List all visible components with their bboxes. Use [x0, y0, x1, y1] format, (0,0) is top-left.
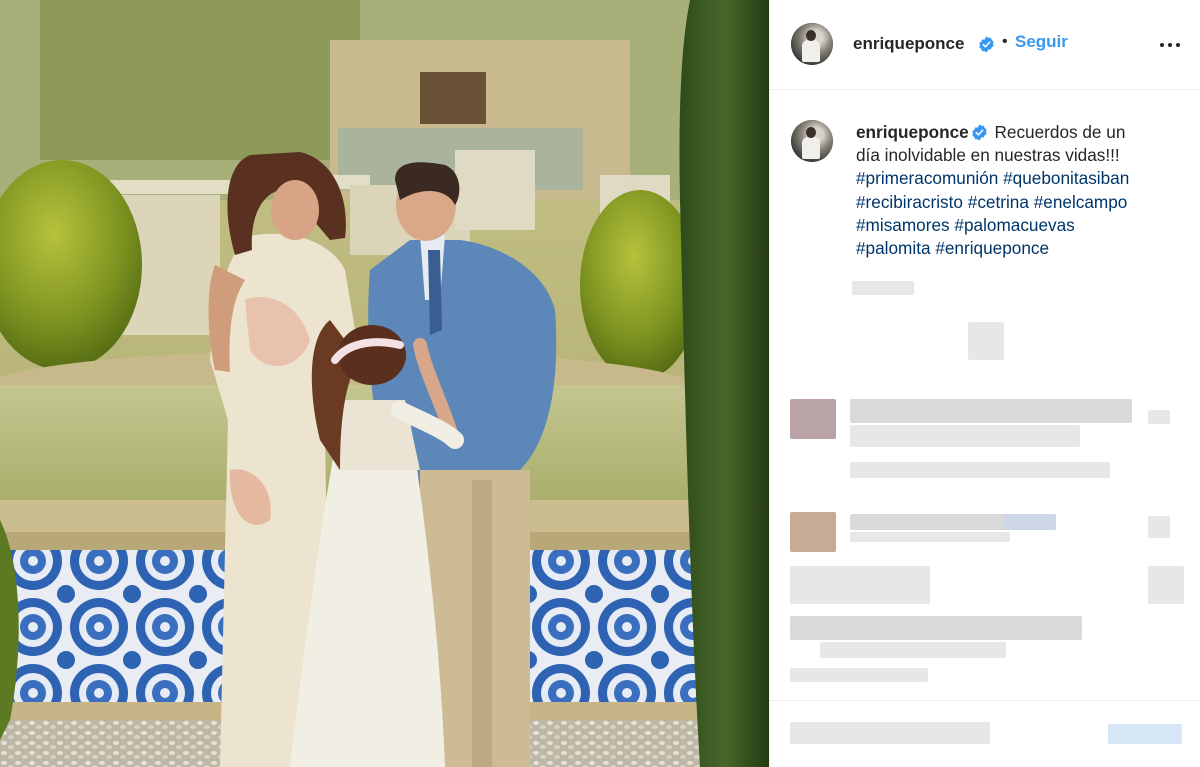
separator-dot: •	[1002, 33, 1008, 50]
photo-image	[0, 0, 769, 767]
comment-like-icon-pixelated[interactable]	[1148, 516, 1170, 538]
more-options-icon[interactable]	[1159, 36, 1181, 54]
comment-avatar-pixelated[interactable]	[790, 566, 930, 604]
comment-text-pixelated	[850, 399, 1132, 423]
caption-text-line1: Recuerdos de un	[994, 122, 1126, 142]
hashtag-link[interactable]: #quebonitasiban	[1003, 168, 1129, 188]
hashtag-link[interactable]: #misamores	[856, 215, 950, 235]
post-sidebar: enriqueponce • Seguir enriqueponce Recue…	[769, 0, 1200, 767]
hashtag-link[interactable]: #enelcampo	[1034, 192, 1128, 212]
hashtag-link[interactable]: #palomacuevas	[954, 215, 1074, 235]
caption-avatar[interactable]	[791, 120, 833, 162]
divider	[770, 700, 1200, 701]
post-username[interactable]: enriqueponce	[853, 34, 964, 54]
comment-meta-pixelated	[850, 532, 1010, 542]
verified-badge-icon	[979, 36, 994, 53]
comment-emoji-pixelated	[1004, 514, 1056, 530]
comment-meta-pixelated	[850, 462, 1110, 478]
hashtag-link[interactable]: #recibiracristo	[856, 192, 963, 212]
comment-like-icon-pixelated[interactable]	[1148, 566, 1184, 604]
load-more-icon-pixelated[interactable]	[968, 322, 1004, 360]
post-button-pixelated[interactable]	[1108, 724, 1182, 744]
caption-timestamp-pixelated	[852, 281, 914, 295]
post-photo[interactable]	[0, 0, 769, 767]
caption-text-line2: día inolvidable en nuestras vidas!!!	[856, 145, 1120, 166]
comment-like-icon-pixelated[interactable]	[1148, 410, 1170, 424]
follow-button[interactable]: Seguir	[1015, 32, 1068, 52]
hashtag-link[interactable]: #cetrina	[968, 192, 1029, 212]
caption-username[interactable]: enriqueponce	[856, 122, 969, 142]
avatar[interactable]	[791, 23, 833, 65]
comment-meta-pixelated	[790, 668, 928, 682]
post-header: enriqueponce • Seguir	[770, 0, 1200, 90]
comment-avatar-pixelated[interactable]	[790, 399, 836, 439]
hashtag-link[interactable]: #palomita	[856, 238, 931, 258]
comment-text-pixelated	[850, 514, 1030, 530]
comment-text-pixelated	[790, 616, 1082, 640]
comment-avatar-pixelated[interactable]	[790, 512, 836, 552]
post-caption: enriqueponce Recuerdos de un día inolvid…	[856, 121, 1186, 260]
hashtag-link[interactable]: #enriqueponce	[935, 238, 1049, 258]
add-comment-input-pixelated[interactable]	[790, 722, 990, 744]
hashtag-link[interactable]: #primeracomunión	[856, 168, 998, 188]
comment-text-pixelated	[820, 642, 1006, 658]
verified-badge-icon	[972, 124, 987, 141]
comment-text-pixelated	[850, 425, 1080, 447]
